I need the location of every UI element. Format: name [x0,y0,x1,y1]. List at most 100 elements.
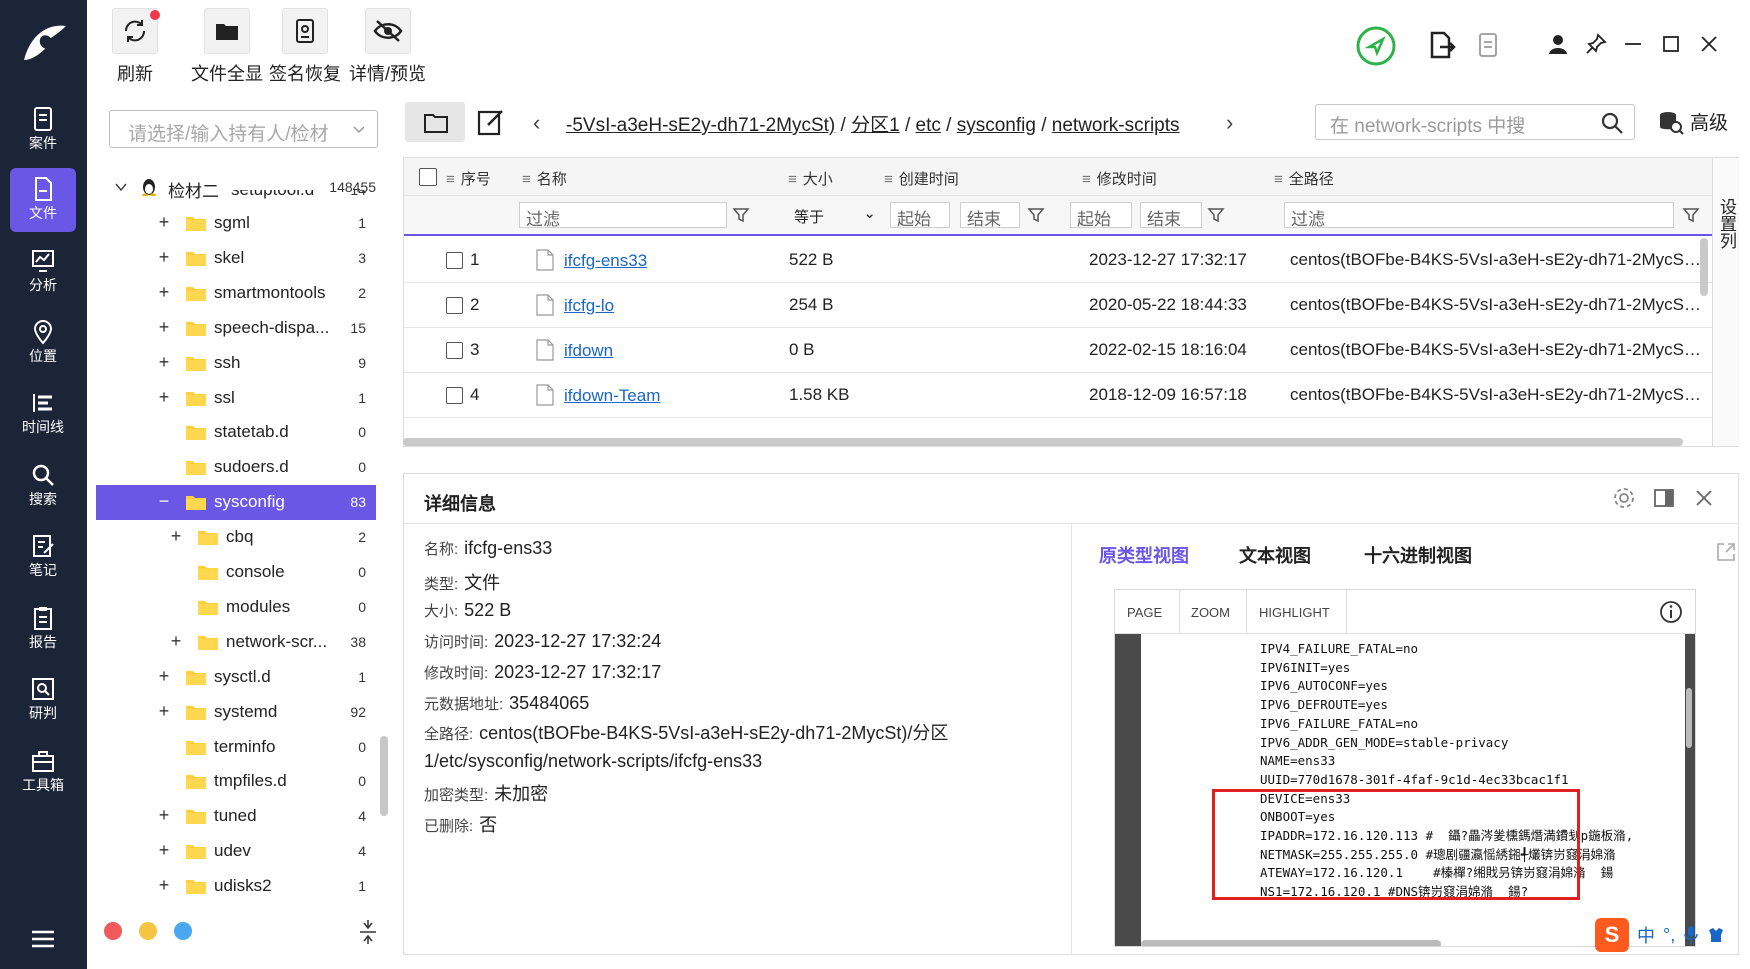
crumb-network-scripts[interactable]: network-scripts [1052,115,1180,136]
expand-toggle-icon[interactable]: + [156,701,172,722]
tree-item-partial[interactable]: setuptool.d 14 [96,190,376,206]
path-next-icon[interactable]: › [1226,110,1233,136]
filter-icon[interactable] [732,206,750,224]
row-filename-link[interactable]: ifcfg-ens33 [564,251,647,271]
blue-dot[interactable] [174,922,192,940]
split-panel-icon[interactable] [1652,486,1676,510]
holder-select[interactable]: 请选择/输入持有人/检材 [109,110,378,148]
nav-toolbox[interactable]: 工具箱 [10,740,76,804]
tree-item[interactable]: + udisks2 1 [96,869,376,904]
name-filter-input[interactable]: 过滤 [519,202,727,228]
external-open-icon[interactable] [1714,540,1738,564]
col-size-header[interactable]: ≡ 大小 [788,168,833,189]
nav-files[interactable]: 文件 [10,168,76,232]
gear-icon[interactable] [1612,486,1636,510]
report-file-icon[interactable] [1477,31,1501,59]
nav-cases[interactable]: 案件 [10,98,76,162]
expand-toggle-icon[interactable]: + [156,805,172,826]
mtime-start-input[interactable]: 起始 [1070,202,1132,228]
expand-toggle-icon[interactable]: + [168,631,184,652]
nav-timeline[interactable]: 时间线 [10,382,76,446]
row-filename-link[interactable]: ifdown-Team [564,386,660,406]
maximize-icon[interactable] [1659,32,1683,56]
zoom-button[interactable]: ZOOM [1191,605,1230,620]
highlight-button[interactable]: HIGHLIGHT [1259,605,1330,620]
filter-icon[interactable] [1682,206,1700,224]
filter-icon[interactable] [1027,206,1045,224]
crumb-etc[interactable]: etc [916,115,941,136]
expand-toggle-icon[interactable]: + [156,352,172,373]
table-row[interactable]: 1 ifcfg-ens33 522 B 2023-12-27 17:32:17 cent… [404,238,1716,283]
nav-notes[interactable]: 笔记 [10,525,76,589]
mtime-end-input[interactable]: 结束 [1140,202,1202,228]
red-dot[interactable] [104,922,122,940]
tree-item[interactable]: + skel 3 [96,241,376,276]
collapse-icon[interactable] [357,920,379,944]
user-icon[interactable] [1546,32,1570,56]
nav-report[interactable]: 报告 [10,597,76,661]
col-ctime-header[interactable]: ≡ 创建时间 [884,168,959,189]
tree-item[interactable]: modules 0 [96,590,376,625]
close-icon[interactable] [1692,486,1716,510]
expand-toggle-icon[interactable]: + [156,212,172,233]
col-name-header[interactable]: ≡ 名称 [522,168,567,189]
path-prev-icon[interactable]: ‹ [533,110,540,136]
ctime-start-input[interactable]: 起始 [890,202,950,228]
minimize-icon[interactable] [1621,32,1645,56]
row-checkbox[interactable] [446,342,463,359]
tree-item[interactable]: + sysctl.d 1 [96,660,376,695]
tree-item[interactable]: statetab.d 0 [96,415,376,450]
close-icon[interactable] [1697,32,1721,56]
crumb-sysconfig[interactable]: sysconfig [957,115,1036,136]
info-icon[interactable] [1659,600,1683,624]
tree-item[interactable]: + ssh 9 [96,346,376,381]
tree-item[interactable]: + speech-dispa... 15 [96,311,376,346]
expand-toggle-icon[interactable]: − [156,491,172,512]
tree-item[interactable]: + ssl 1 [96,381,376,416]
crumb-partition[interactable]: 分区1 [851,115,900,136]
tree-item[interactable]: + udev 4 [96,834,376,869]
viewer-horizontal-scrollbar[interactable] [1141,940,1441,946]
ctime-end-input[interactable]: 结束 [960,202,1020,228]
advanced-search-button[interactable]: 高级 [1658,108,1728,135]
pin-icon[interactable] [1584,32,1608,56]
tree-item[interactable]: + systemd 92 [96,695,376,730]
tree-scrollbar[interactable] [380,736,388,816]
table-row[interactable]: 4 ifdown-Team 1.58 KB 2018-12-09 16:57:18 ce… [404,373,1716,418]
tree-item[interactable]: + network-scr... 38 [96,625,376,660]
tree-item[interactable]: + sgml 1 [96,206,376,241]
filter-icon[interactable] [1207,206,1225,224]
nav-search[interactable]: 搜索 [10,454,76,518]
expand-toggle-icon[interactable]: + [168,526,184,547]
nav-analysis[interactable]: 分析 [10,240,76,304]
row-checkbox[interactable] [446,387,463,404]
table-horizontal-scrollbar[interactable] [403,438,1683,446]
yellow-dot[interactable] [139,922,157,940]
nav-location[interactable]: 位置 [10,311,76,375]
status-shield-icon[interactable] [1355,25,1397,67]
full-files-button[interactable]: 文件全显 [191,8,263,86]
tree-item[interactable]: console 0 [96,555,376,590]
search-input[interactable]: 在 network-scripts 中搜 [1315,104,1635,140]
tab-native-view[interactable]: 原类型视图 [1099,542,1189,568]
expand-toggle-icon[interactable]: + [156,875,172,896]
export-file-icon[interactable] [1428,30,1456,60]
tree-item[interactable]: terminfo 0 [96,730,376,765]
details-preview-button[interactable]: 详情/预览 [349,8,426,86]
col-mtime-header[interactable]: ≡ 修改时间 [1082,168,1157,189]
row-checkbox[interactable] [446,297,463,314]
crumb-volume[interactable]: -5VsI-a3eH-sE2y-dh71-2MycSt) [566,115,835,136]
hamburger-menu-icon[interactable] [30,928,56,950]
expand-toggle-icon[interactable]: + [156,282,172,303]
viewer-vertical-scrollbar[interactable] [1686,688,1692,748]
tree-item[interactable]: tmpfiles.d 0 [96,764,376,799]
expand-toggle-icon[interactable]: + [156,247,172,268]
col-index-header[interactable]: ≡ 序号 [446,168,491,189]
tree-item[interactable]: − sysconfig 83 [96,485,376,521]
page-button[interactable]: PAGE [1127,605,1162,620]
row-checkbox[interactable] [446,252,463,269]
expand-toggle-icon[interactable]: + [156,317,172,338]
fullpath-filter-input[interactable]: 过滤 [1284,202,1674,228]
tree-item[interactable]: + smartmontools 2 [96,276,376,311]
expand-toggle-icon[interactable]: + [156,387,172,408]
